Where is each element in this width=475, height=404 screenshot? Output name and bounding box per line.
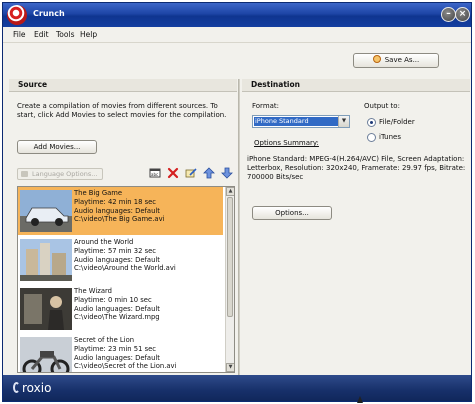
- movie-meta: Around the World Playtime: 57 min 32 sec…: [74, 238, 176, 273]
- language-icon: [21, 171, 28, 177]
- roxio-mark-icon: [13, 382, 20, 393]
- source-header: Source: [9, 79, 237, 92]
- mouse-cursor-icon: [357, 396, 363, 403]
- movie-path: C:\video\Secret of the Lion.avi: [74, 362, 177, 371]
- title-bar[interactable]: Crunch – ×: [3, 3, 471, 27]
- source-description: Create a compilation of movies from diff…: [17, 102, 227, 119]
- footer-bar: roxio: [3, 375, 471, 401]
- menu-help[interactable]: Help: [80, 30, 97, 39]
- svg-text:abc: abc: [151, 172, 158, 177]
- output-label: Output to:: [364, 102, 400, 110]
- list-item[interactable]: Around the World Playtime: 57 min 32 sec…: [18, 236, 223, 284]
- movie-audio: Audio languages: Default: [74, 255, 160, 264]
- edit-icon[interactable]: [185, 167, 197, 179]
- chevron-down-icon[interactable]: ▼: [338, 116, 349, 127]
- movie-thumbnail: [20, 288, 72, 330]
- add-movies-button[interactable]: Add Movies...: [17, 140, 97, 154]
- movie-playtime: Playtime: 57 min 32 sec: [74, 246, 157, 255]
- options-summary-text: iPhone Standard: MPEG-4(H.264/AVC) File,…: [247, 155, 466, 181]
- itunes-radio[interactable]: [367, 133, 376, 142]
- subtitle-icon[interactable]: abc: [149, 167, 161, 179]
- toolbar: Save As...: [3, 42, 471, 73]
- menu-tools[interactable]: Tools: [56, 30, 74, 39]
- movie-title: Around the World: [74, 238, 134, 246]
- menu-edit[interactable]: Edit: [34, 30, 49, 39]
- roxio-logo: roxio: [13, 381, 51, 395]
- language-options-label: Language Options...: [32, 170, 98, 178]
- move-down-icon[interactable]: [221, 167, 233, 179]
- movie-path: C:\video\The Wizard.mpg: [74, 313, 160, 322]
- movie-thumbnail: [20, 190, 72, 232]
- itunes-label[interactable]: iTunes: [379, 133, 401, 141]
- menu-bar: File Edit Tools Help: [3, 27, 471, 42]
- movie-list[interactable]: The Big Game Playtime: 42 min 18 sec Aud…: [17, 186, 235, 373]
- minimize-icon[interactable]: –: [441, 7, 456, 22]
- movie-meta: The Big Game Playtime: 42 min 18 sec Aud…: [74, 189, 164, 224]
- close-icon[interactable]: ×: [455, 7, 470, 22]
- movie-audio: Audio languages: Default: [74, 206, 160, 215]
- movie-meta: The Wizard Playtime: 0 min 10 sec Audio …: [74, 287, 160, 322]
- list-scrollbar[interactable]: ▲ ▼: [225, 187, 234, 372]
- list-item[interactable]: The Big Game Playtime: 42 min 18 sec Aud…: [18, 187, 223, 235]
- list-item[interactable]: The Wizard Playtime: 0 min 10 sec Audio …: [18, 285, 223, 333]
- scroll-down-icon[interactable]: ▼: [226, 363, 234, 372]
- list-item[interactable]: Secret of the Lion Playtime: 23 min 51 s…: [18, 334, 223, 372]
- move-up-icon[interactable]: [203, 167, 215, 179]
- movie-audio: Audio languages: Default: [74, 353, 160, 362]
- movie-title: The Wizard: [74, 287, 112, 295]
- options-summary-label: Options Summary:: [254, 139, 319, 147]
- options-button[interactable]: Options...: [252, 206, 332, 220]
- language-options-button: Language Options...: [17, 168, 103, 180]
- format-value: iPhone Standard: [254, 117, 338, 126]
- movie-audio: Audio languages: Default: [74, 304, 160, 313]
- list-toolbar: Language Options... abc: [17, 166, 235, 182]
- format-label: Format:: [252, 102, 280, 110]
- movie-title: The Big Game: [74, 189, 123, 197]
- menu-file[interactable]: File: [13, 30, 26, 39]
- panel-splitter[interactable]: [238, 79, 240, 375]
- scroll-thumb[interactable]: [227, 197, 233, 317]
- file-folder-radio[interactable]: [367, 118, 376, 127]
- movie-path: C:\video\Around the World.avi: [74, 264, 176, 273]
- app-window: Crunch – × File Edit Tools Help Save As.…: [2, 2, 472, 402]
- save-as-button[interactable]: Save As...: [353, 53, 439, 68]
- brand-text: roxio: [22, 381, 52, 395]
- save-as-icon: [372, 55, 381, 63]
- movie-playtime: Playtime: 0 min 10 sec: [74, 295, 152, 304]
- file-folder-label[interactable]: File/Folder: [379, 118, 415, 126]
- window-title: Crunch: [33, 9, 65, 18]
- app-icon[interactable]: [7, 5, 27, 25]
- movie-title: Secret of the Lion: [74, 336, 135, 344]
- delete-icon[interactable]: [167, 167, 179, 179]
- movie-thumbnail: [20, 337, 72, 372]
- save-as-label: Save As...: [384, 56, 420, 64]
- movie-path: C:\video\The Big Game.avi: [74, 215, 165, 224]
- scroll-up-icon[interactable]: ▲: [226, 187, 234, 196]
- movie-thumbnail: [20, 239, 72, 281]
- movie-playtime: Playtime: 23 min 51 sec: [74, 344, 157, 353]
- movie-meta: Secret of the Lion Playtime: 23 min 51 s…: [74, 336, 176, 371]
- movie-playtime: Playtime: 42 min 18 sec: [74, 197, 157, 206]
- destination-header: Destination: [242, 79, 470, 92]
- format-select[interactable]: iPhone Standard ▼: [252, 115, 350, 128]
